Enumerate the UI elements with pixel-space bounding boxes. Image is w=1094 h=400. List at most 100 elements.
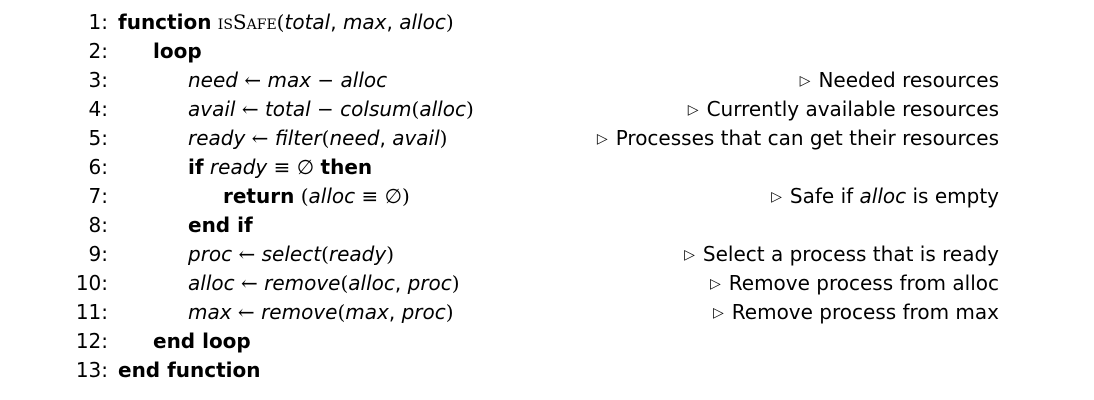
variable: total — [284, 10, 331, 34]
comment-text: Safe if — [789, 184, 860, 208]
code: alloc ← remove(alloc, proc) — [188, 269, 460, 298]
keyword: return — [223, 184, 295, 208]
code: end loop — [153, 327, 251, 356]
variable: alloc — [308, 184, 356, 208]
algorithm-line: 1: function isSafe(total, max, alloc) — [0, 8, 1094, 37]
paren: ) — [402, 184, 410, 208]
comma: , — [379, 126, 393, 150]
line-number: 11: — [75, 300, 108, 324]
paren: ) — [451, 271, 460, 295]
operator: ≡ — [355, 184, 385, 208]
comment-text: Currently available resources — [706, 97, 999, 121]
comment: ▷ Currently available resources — [688, 95, 999, 127]
paren: ) — [445, 300, 454, 324]
operator: ≡ — [267, 155, 297, 179]
comment-text: Select a process that is ready — [702, 242, 999, 266]
comment-triangle-icon: ▷ — [771, 189, 782, 205]
keyword: function — [118, 10, 212, 34]
code: need ← max − alloc — [188, 66, 387, 95]
algorithm-line: 4: avail ← total − colsum(alloc) ▷ Curren… — [0, 95, 1094, 124]
variable: ready — [328, 242, 387, 266]
comma: , — [388, 300, 402, 324]
comment-triangle-icon: ▷ — [687, 102, 699, 118]
comma: , — [394, 271, 408, 295]
code: return (alloc ≡ ∅) — [223, 182, 410, 211]
comment-text: is empty — [906, 184, 999, 208]
algorithm-line: 5: ready ← filter(need, avail) ▷ Processe… — [0, 124, 1094, 153]
variable: total — [264, 97, 311, 121]
comment: ▷ Processes that can get their resources — [597, 124, 999, 156]
line-number: 2: — [88, 39, 108, 63]
algorithm-line: 6: if ready ≡ ∅ then — [0, 153, 1094, 182]
comment: ▷ Needed resources — [800, 66, 999, 98]
function-call: colsum — [340, 97, 412, 121]
function-call: filter — [274, 126, 322, 150]
variable: need — [188, 68, 238, 92]
comment: ▷ Remove process from max — [713, 298, 999, 330]
comment-triangle-icon: ▷ — [709, 276, 721, 292]
line-number: 9: — [88, 242, 108, 266]
variable: alloc — [340, 68, 388, 92]
line-number: 1: — [88, 10, 108, 34]
line-number: 4: — [88, 97, 108, 121]
assign-arrow: ← — [245, 126, 275, 150]
comment-text: Remove process from max — [731, 300, 999, 324]
variable: avail — [392, 126, 440, 150]
keyword: if — [188, 155, 204, 179]
comment-text: Needed resources — [818, 68, 999, 92]
function-call: remove — [261, 300, 338, 324]
paren: ( — [300, 184, 309, 208]
algorithm-line: 11: max ← remove(max, proc) ▷ Remove proc… — [0, 298, 1094, 327]
code: proc ← select(ready) — [188, 240, 394, 269]
comment-variable: alloc — [859, 184, 907, 208]
line-number: 7: — [88, 184, 108, 208]
code: end if — [188, 211, 253, 240]
line-number: 13: — [75, 358, 108, 382]
function-call: remove — [264, 271, 341, 295]
algorithm-line: 9: proc ← select(ready) ▷ Select a proces… — [0, 240, 1094, 269]
keyword: then — [320, 155, 373, 179]
variable: alloc — [188, 271, 235, 295]
variable: alloc — [419, 97, 466, 121]
variable: ready — [209, 155, 268, 179]
comma: , — [386, 10, 400, 34]
algorithm-line: 7: return (alloc ≡ ∅) ▷ Safe if alloc is … — [0, 182, 1094, 211]
code: end function — [118, 356, 261, 385]
comment-text: Processes that can get their resources — [615, 126, 999, 150]
assign-arrow: ← — [237, 68, 268, 92]
algorithm-line: 3: need ← max − alloc ▷ Needed resources — [0, 66, 1094, 95]
comment-text: Remove process from alloc — [728, 271, 999, 295]
variable: avail — [188, 97, 236, 121]
variable: max — [188, 300, 232, 324]
line-number: 10: — [75, 271, 108, 295]
paren: ) — [386, 242, 395, 266]
code: avail ← total − colsum(alloc) — [188, 95, 474, 124]
paren: ) — [439, 126, 448, 150]
keyword: end function — [118, 358, 261, 382]
keyword: end if — [188, 213, 253, 237]
algorithm-line: 8: end if — [0, 211, 1094, 240]
code: function isSafe(total, max, alloc) — [118, 8, 454, 37]
variable: alloc — [399, 10, 446, 34]
line-number: 8: — [88, 213, 108, 237]
algorithm-line: 10: alloc ← remove(alloc, proc) ▷ Remove … — [0, 269, 1094, 298]
comment-triangle-icon: ▷ — [713, 305, 724, 321]
algorithm-block: 1: function isSafe(total, max, alloc) 2:… — [0, 8, 1094, 385]
algorithm-line: 2: loop — [0, 37, 1094, 66]
operator: − — [310, 97, 341, 121]
assign-arrow: ← — [235, 97, 265, 121]
variable: ready — [188, 126, 246, 150]
paren: ( — [321, 242, 329, 266]
comment-triangle-icon: ▷ — [684, 247, 695, 263]
variable: max — [342, 10, 387, 34]
code: if ready ≡ ∅ then — [188, 153, 372, 182]
comment: ▷ Safe if alloc is empty — [771, 182, 999, 214]
paren: ) — [445, 10, 454, 34]
variable: proc — [407, 271, 452, 295]
variable: proc — [401, 300, 446, 324]
assign-arrow: ← — [234, 271, 265, 295]
variable: alloc — [348, 271, 395, 295]
line-number: 5: — [88, 126, 108, 150]
line-number: 6: — [88, 155, 108, 179]
operator: − — [311, 68, 341, 92]
